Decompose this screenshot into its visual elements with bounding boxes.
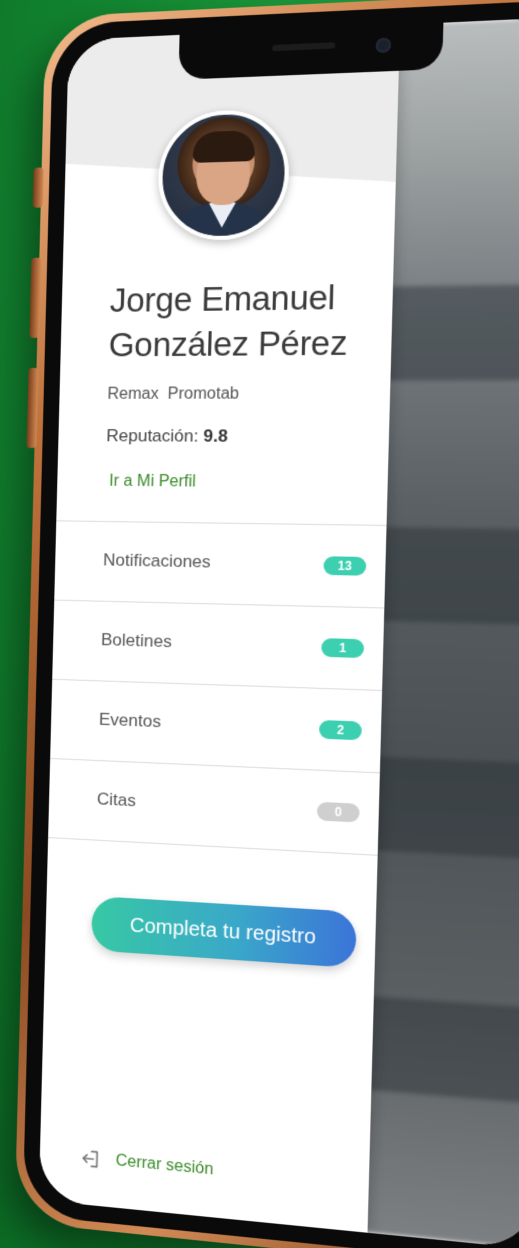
blurred-row: [365, 996, 519, 1104]
menu-item-label: Eventos: [98, 709, 162, 732]
avatar-hair: [192, 130, 256, 163]
menu-item-eventos[interactable]: Eventos 2: [50, 679, 383, 774]
appointments-count-badge: 0: [316, 801, 360, 823]
phone-volume-up-button: [29, 257, 42, 338]
profile-name-line1: Jorge Emanuel: [109, 278, 336, 320]
blurred-row: [372, 756, 519, 860]
menu-item-citas[interactable]: Citas 0: [48, 758, 380, 856]
menu-item-boletines[interactable]: Boletines 1: [52, 600, 385, 691]
notification-count-badge: 13: [323, 556, 367, 576]
logout-button[interactable]: Cerrar sesión: [79, 1147, 214, 1182]
menu-item-notificaciones[interactable]: Notificaciones 13: [54, 521, 387, 609]
phone-volume-down-button: [26, 367, 39, 448]
reputation: Reputación: 9.8: [106, 426, 228, 447]
front-camera: [375, 37, 392, 53]
phone-screen: Jorge Emanuel González Pérez Remax Promo…: [38, 16, 519, 1248]
phone-mute-button: [32, 167, 44, 208]
menu-item-label: Boletines: [100, 629, 173, 652]
blurred-row: [378, 526, 519, 626]
profile-name-line2: González Pérez: [108, 323, 348, 364]
reputation-value: 9.8: [203, 426, 228, 446]
phone-device: Jorge Emanuel González Pérez Remax Promo…: [14, 0, 519, 1248]
agency-name: Remax Promotab: [107, 385, 240, 403]
speaker-grille: [272, 42, 336, 52]
reputation-label: Reputación:: [106, 426, 199, 446]
drawer-menu: Notificaciones 13 Boletines 1 Eventos 2 …: [48, 520, 387, 856]
logout-icon: [79, 1147, 102, 1171]
menu-item-label: Notificaciones: [102, 550, 211, 572]
profile-link[interactable]: Ir a Mi Perfil: [109, 473, 196, 492]
events-count-badge: 2: [318, 719, 362, 741]
menu-item-label: Citas: [96, 789, 137, 811]
promo-scene: Jorge Emanuel González Pérez Remax Promo…: [0, 0, 519, 1248]
complete-registration-button[interactable]: Completa tu registro: [90, 895, 357, 969]
logout-label: Cerrar sesión: [115, 1152, 214, 1179]
blurred-row: [385, 284, 519, 381]
side-drawer: Jorge Emanuel González Pérez Remax Promo…: [38, 24, 401, 1233]
bulletins-count-badge: 1: [321, 638, 365, 659]
profile-name: Jorge Emanuel González Pérez: [108, 274, 389, 367]
